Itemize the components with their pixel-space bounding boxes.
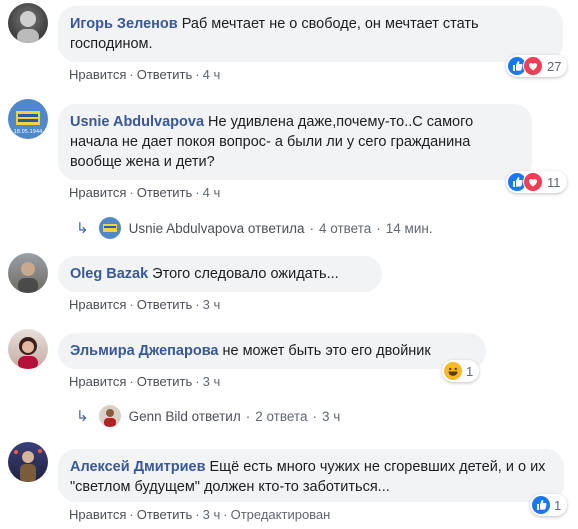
separator: ·	[195, 185, 200, 200]
reply-link[interactable]: Ответить	[137, 185, 193, 200]
reaction-count: 1	[466, 363, 474, 379]
comment-bubble: Oleg Bazak Этого следовало ожидать...	[58, 256, 382, 292]
separator: ·	[195, 374, 200, 389]
separator: ·	[312, 408, 317, 424]
reaction-count: 1	[554, 497, 562, 513]
reply-link[interactable]: Ответить	[137, 507, 193, 522]
separator: ·	[129, 185, 134, 200]
comment-time[interactable]: 4 ч	[203, 67, 221, 82]
comment-bubble: Эльмира Джепарова не может быть это его д…	[58, 333, 486, 369]
view-replies-link[interactable]: ↳ Genn Bild ответил · 2 ответа · 3 ч	[76, 405, 340, 427]
like-link[interactable]: Нравится	[69, 507, 126, 522]
like-link[interactable]: Нравится	[69, 374, 126, 389]
comment-actions: Нравится · Ответить · 3 ч	[69, 374, 220, 389]
reply-link[interactable]: Ответить	[137, 297, 193, 312]
avatar	[98, 217, 121, 239]
comment-author[interactable]: Эльмира Джепарова	[70, 343, 218, 359]
reply-arrow-icon: ↳	[76, 220, 89, 237]
avatar[interactable]	[8, 442, 48, 482]
comment-bubble: Usnie Abdulvapova Не удивлена даже,почему…	[58, 104, 532, 180]
love-icon	[523, 56, 543, 76]
separator: ·	[195, 507, 200, 522]
comment-text: не может быть это его двойник	[222, 343, 431, 359]
reaction-count: 11	[547, 174, 561, 190]
reaction-summary[interactable]: 1	[530, 494, 568, 516]
view-replies-link[interactable]: ↳ Usnie Abdulvapova ответила · 4 ответа …	[76, 217, 433, 239]
separator: ·	[245, 408, 251, 424]
comment-time[interactable]: 3 ч	[203, 297, 221, 312]
reaction-summary[interactable]: 1	[442, 360, 480, 382]
comment-time[interactable]: 3 ч	[203, 507, 221, 522]
separator: ·	[223, 507, 228, 522]
reply-arrow-icon: ↳	[76, 408, 89, 425]
reaction-summary[interactable]: 27	[506, 55, 568, 77]
like-icon	[532, 496, 550, 514]
comment-author[interactable]: Алексей Дмитриев	[70, 459, 206, 475]
comment-time[interactable]: 4 ч	[203, 185, 221, 200]
avatar[interactable]	[8, 329, 48, 369]
comment-bubble: Алексей Дмитриев Ещё есть много чужих не …	[58, 449, 564, 502]
svg-text:18.05.1944: 18.05.1944	[14, 129, 43, 135]
reply-time: 3 ч	[321, 408, 341, 424]
haha-icon	[444, 362, 462, 380]
comment-author[interactable]: Usnie Abdulvapova	[70, 114, 204, 130]
separator: ·	[376, 220, 381, 236]
separator: ·	[195, 67, 200, 82]
comment-author[interactable]: Oleg Bazak	[70, 266, 148, 282]
reply-count: 2 ответа	[255, 408, 308, 424]
like-link[interactable]: Нравится	[69, 67, 126, 82]
comment-author[interactable]: Игорь Зеленов	[70, 16, 178, 32]
like-link[interactable]: Нравится	[69, 297, 126, 312]
separator: ·	[129, 297, 134, 312]
avatar[interactable]	[8, 253, 48, 293]
comment-actions: Нравится · Ответить · 4 ч	[69, 67, 220, 82]
separator: ·	[129, 507, 134, 522]
separator: ·	[129, 374, 134, 389]
reaction-summary[interactable]: 11	[506, 171, 567, 193]
avatar[interactable]	[8, 3, 48, 43]
edited-label[interactable]: Отредактирован	[231, 507, 331, 522]
reaction-count: 27	[547, 58, 562, 74]
comment-actions: Нравится · Ответить · 3 ч · Отредактирован	[69, 507, 330, 522]
comment-actions: Нравится · Ответить · 4 ч	[69, 185, 220, 200]
love-icon	[523, 172, 543, 192]
reply-author: Genn Bild ответил	[128, 408, 241, 424]
reply-link[interactable]: Ответить	[137, 67, 193, 82]
comment-bubble: Игорь Зеленов Раб мечтает не о свободе, о…	[58, 6, 563, 62]
like-link[interactable]: Нравится	[69, 185, 126, 200]
avatar[interactable]: 18.05.1944	[8, 99, 48, 139]
reply-author: Usnie Abdulvapova ответила	[128, 220, 305, 236]
reply-count: 4 ответа	[319, 220, 372, 236]
comment-time[interactable]: 3 ч	[203, 374, 221, 389]
comment-actions: Нравится · Ответить · 3 ч	[69, 297, 220, 312]
separator: ·	[195, 297, 200, 312]
reply-link[interactable]: Ответить	[137, 374, 193, 389]
separator: ·	[129, 67, 134, 82]
avatar	[98, 405, 121, 427]
reply-time: 14 мин.	[385, 220, 433, 236]
comment-text: Этого следовало ожидать...	[152, 266, 339, 282]
separator: ·	[309, 220, 315, 236]
